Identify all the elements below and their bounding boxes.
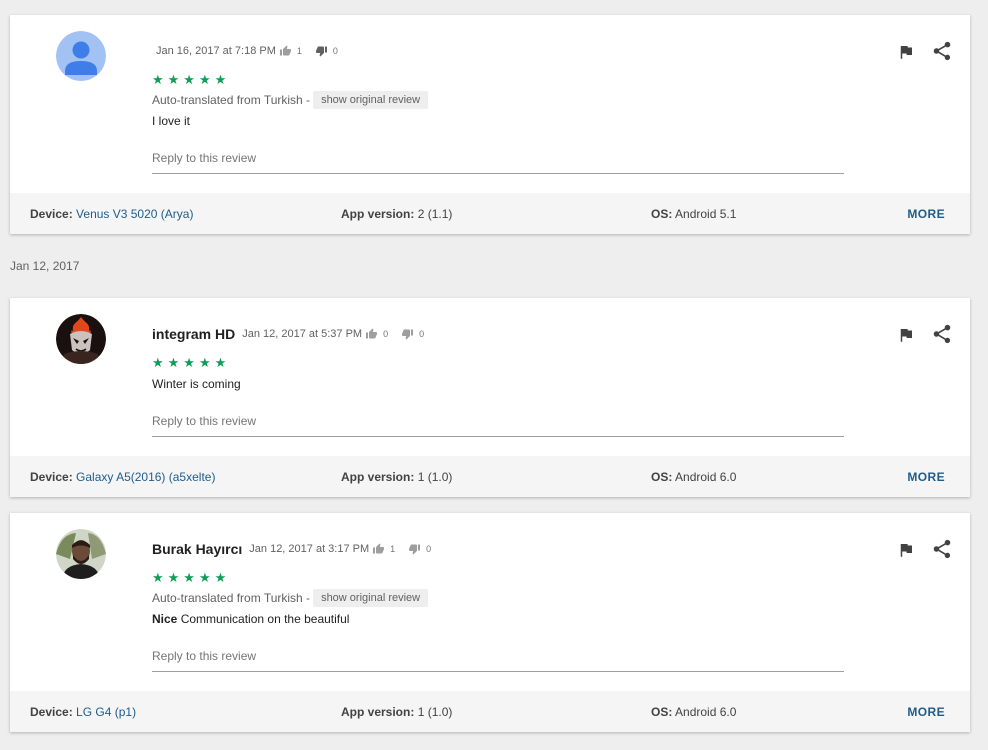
default-person-icon bbox=[56, 31, 106, 81]
star-rating: ★★★★★ bbox=[152, 570, 231, 585]
flag-icon[interactable] bbox=[897, 326, 915, 344]
review-footer: Device: Galaxy A5(2016) (a5xelte) App ve… bbox=[10, 456, 970, 497]
share-icon[interactable] bbox=[931, 323, 953, 345]
thumb-down-count: 0 bbox=[332, 46, 338, 56]
share-icon[interactable] bbox=[931, 40, 953, 62]
thumb-up-icon bbox=[366, 328, 378, 339]
os-info: OS: Android 6.0 bbox=[651, 470, 736, 484]
thumb-up-button[interactable]: 0 bbox=[365, 328, 388, 340]
review-text: I love it bbox=[152, 114, 190, 128]
more-button[interactable]: MORE bbox=[907, 705, 945, 719]
device-link[interactable]: Venus V3 5020 (Arya) bbox=[76, 207, 193, 221]
review-author: integram HD bbox=[152, 326, 236, 342]
thumb-up-icon bbox=[373, 543, 385, 554]
thumb-down-count: 0 bbox=[419, 329, 425, 339]
avatar[interactable] bbox=[56, 314, 106, 364]
more-button[interactable]: MORE bbox=[907, 470, 945, 484]
device-label: Device: bbox=[30, 470, 73, 484]
device-info: Device: Venus V3 5020 (Arya) bbox=[30, 207, 193, 221]
review-text-bold: Nice bbox=[152, 612, 178, 626]
review-date: Jan 12, 2017 at 3:17 PM bbox=[249, 543, 370, 555]
app-version-info: App version: 1 (1.0) bbox=[341, 470, 452, 484]
thumb-down-button[interactable]: 0 bbox=[401, 328, 424, 340]
photo-avatar bbox=[56, 529, 106, 579]
os-label: OS: bbox=[651, 207, 673, 221]
os-label: OS: bbox=[651, 470, 673, 484]
app-version-label: App version: bbox=[341, 207, 415, 221]
thumb-down-count: 0 bbox=[426, 544, 432, 554]
review-footer: Device: LG G4 (p1) App version: 1 (1.0) … bbox=[10, 691, 970, 732]
thumb-up-count: 1 bbox=[390, 544, 396, 554]
app-version-info: App version: 2 (1.1) bbox=[341, 207, 452, 221]
device-info: Device: Galaxy A5(2016) (a5xelte) bbox=[30, 470, 215, 484]
review-date: Jan 16, 2017 at 7:18 PM bbox=[156, 45, 276, 57]
flag-icon[interactable] bbox=[897, 43, 915, 61]
os-value: Android 6.0 bbox=[675, 470, 737, 484]
more-button[interactable]: MORE bbox=[907, 207, 945, 221]
thumb-up-icon bbox=[279, 45, 291, 56]
avatar[interactable] bbox=[56, 31, 106, 81]
review-header: Jan 16, 2017 at 7:18 PM 1 0 bbox=[152, 41, 338, 61]
reply-input[interactable]: Reply to this review bbox=[152, 151, 844, 174]
review-text: Nice Communication on the beautiful bbox=[152, 612, 349, 626]
translation-note: Auto-translated from Turkish - show orig… bbox=[152, 589, 429, 607]
reply-input[interactable]: Reply to this review bbox=[152, 649, 844, 672]
review-text: Winter is coming bbox=[152, 377, 241, 391]
review-header: integram HD Jan 12, 2017 at 5:37 PM 0 0 bbox=[152, 324, 424, 344]
device-link[interactable]: LG G4 (p1) bbox=[76, 705, 136, 719]
app-version-label: App version: bbox=[341, 470, 415, 484]
app-version-label: App version: bbox=[341, 705, 415, 719]
thumb-down-icon bbox=[315, 46, 327, 57]
review-card: integram HD Jan 12, 2017 at 5:37 PM 0 0 … bbox=[10, 298, 970, 497]
section-date: Jan 12, 2017 bbox=[10, 259, 80, 273]
thumb-up-count: 1 bbox=[296, 46, 302, 56]
share-icon[interactable] bbox=[931, 538, 953, 560]
app-version-value: 2 (1.1) bbox=[417, 207, 453, 221]
os-info: OS: Android 6.0 bbox=[651, 705, 736, 719]
os-value: Android 6.0 bbox=[675, 705, 737, 719]
star-rating: ★★★★★ bbox=[152, 72, 231, 87]
review-header: Burak Hayırcı Jan 12, 2017 at 3:17 PM 1 … bbox=[152, 539, 431, 559]
show-original-button[interactable]: show original review bbox=[313, 589, 429, 607]
review-text-body: Communication on the beautiful bbox=[177, 612, 350, 626]
thumb-up-count: 0 bbox=[383, 329, 389, 339]
thumb-down-icon bbox=[409, 544, 421, 555]
app-version-value: 1 (1.0) bbox=[417, 470, 453, 484]
os-value: Android 5.1 bbox=[675, 207, 737, 221]
app-version-info: App version: 1 (1.0) bbox=[341, 705, 452, 719]
review-author: Burak Hayırcı bbox=[152, 541, 243, 557]
app-version-value: 1 (1.0) bbox=[417, 705, 453, 719]
thumb-up-button[interactable]: 1 bbox=[372, 543, 395, 555]
thumb-down-button[interactable]: 0 bbox=[315, 45, 338, 57]
os-info: OS: Android 5.1 bbox=[651, 207, 736, 221]
review-text-body: Winter is coming bbox=[152, 377, 241, 391]
thumb-down-button[interactable]: 0 bbox=[408, 543, 431, 555]
flag-icon[interactable] bbox=[897, 541, 915, 559]
reply-input[interactable]: Reply to this review bbox=[152, 414, 844, 437]
review-text-body: I love it bbox=[152, 114, 191, 128]
translation-label: Auto-translated from Turkish - bbox=[152, 591, 311, 605]
translation-label: Auto-translated from Turkish - bbox=[152, 93, 311, 107]
star-rating: ★★★★★ bbox=[152, 355, 231, 370]
translation-note: Auto-translated from Turkish - show orig… bbox=[152, 91, 429, 109]
dark-mask-avatar bbox=[56, 314, 106, 364]
thumb-up-button[interactable]: 1 bbox=[279, 45, 302, 57]
os-label: OS: bbox=[651, 705, 673, 719]
review-date: Jan 12, 2017 at 5:37 PM bbox=[242, 328, 363, 340]
device-label: Device: bbox=[30, 207, 73, 221]
review-card: Burak Hayırcı Jan 12, 2017 at 3:17 PM 1 … bbox=[10, 513, 970, 732]
avatar[interactable] bbox=[56, 529, 106, 579]
device-link[interactable]: Galaxy A5(2016) (a5xelte) bbox=[76, 470, 215, 484]
device-label: Device: bbox=[30, 705, 73, 719]
show-original-button[interactable]: show original review bbox=[313, 91, 429, 109]
review-footer: Device: Venus V3 5020 (Arya) App version… bbox=[10, 193, 970, 234]
thumb-down-icon bbox=[402, 329, 414, 340]
device-info: Device: LG G4 (p1) bbox=[30, 705, 136, 719]
review-card: Jan 16, 2017 at 7:18 PM 1 0 ★★★★★ Auto-t… bbox=[10, 15, 970, 234]
